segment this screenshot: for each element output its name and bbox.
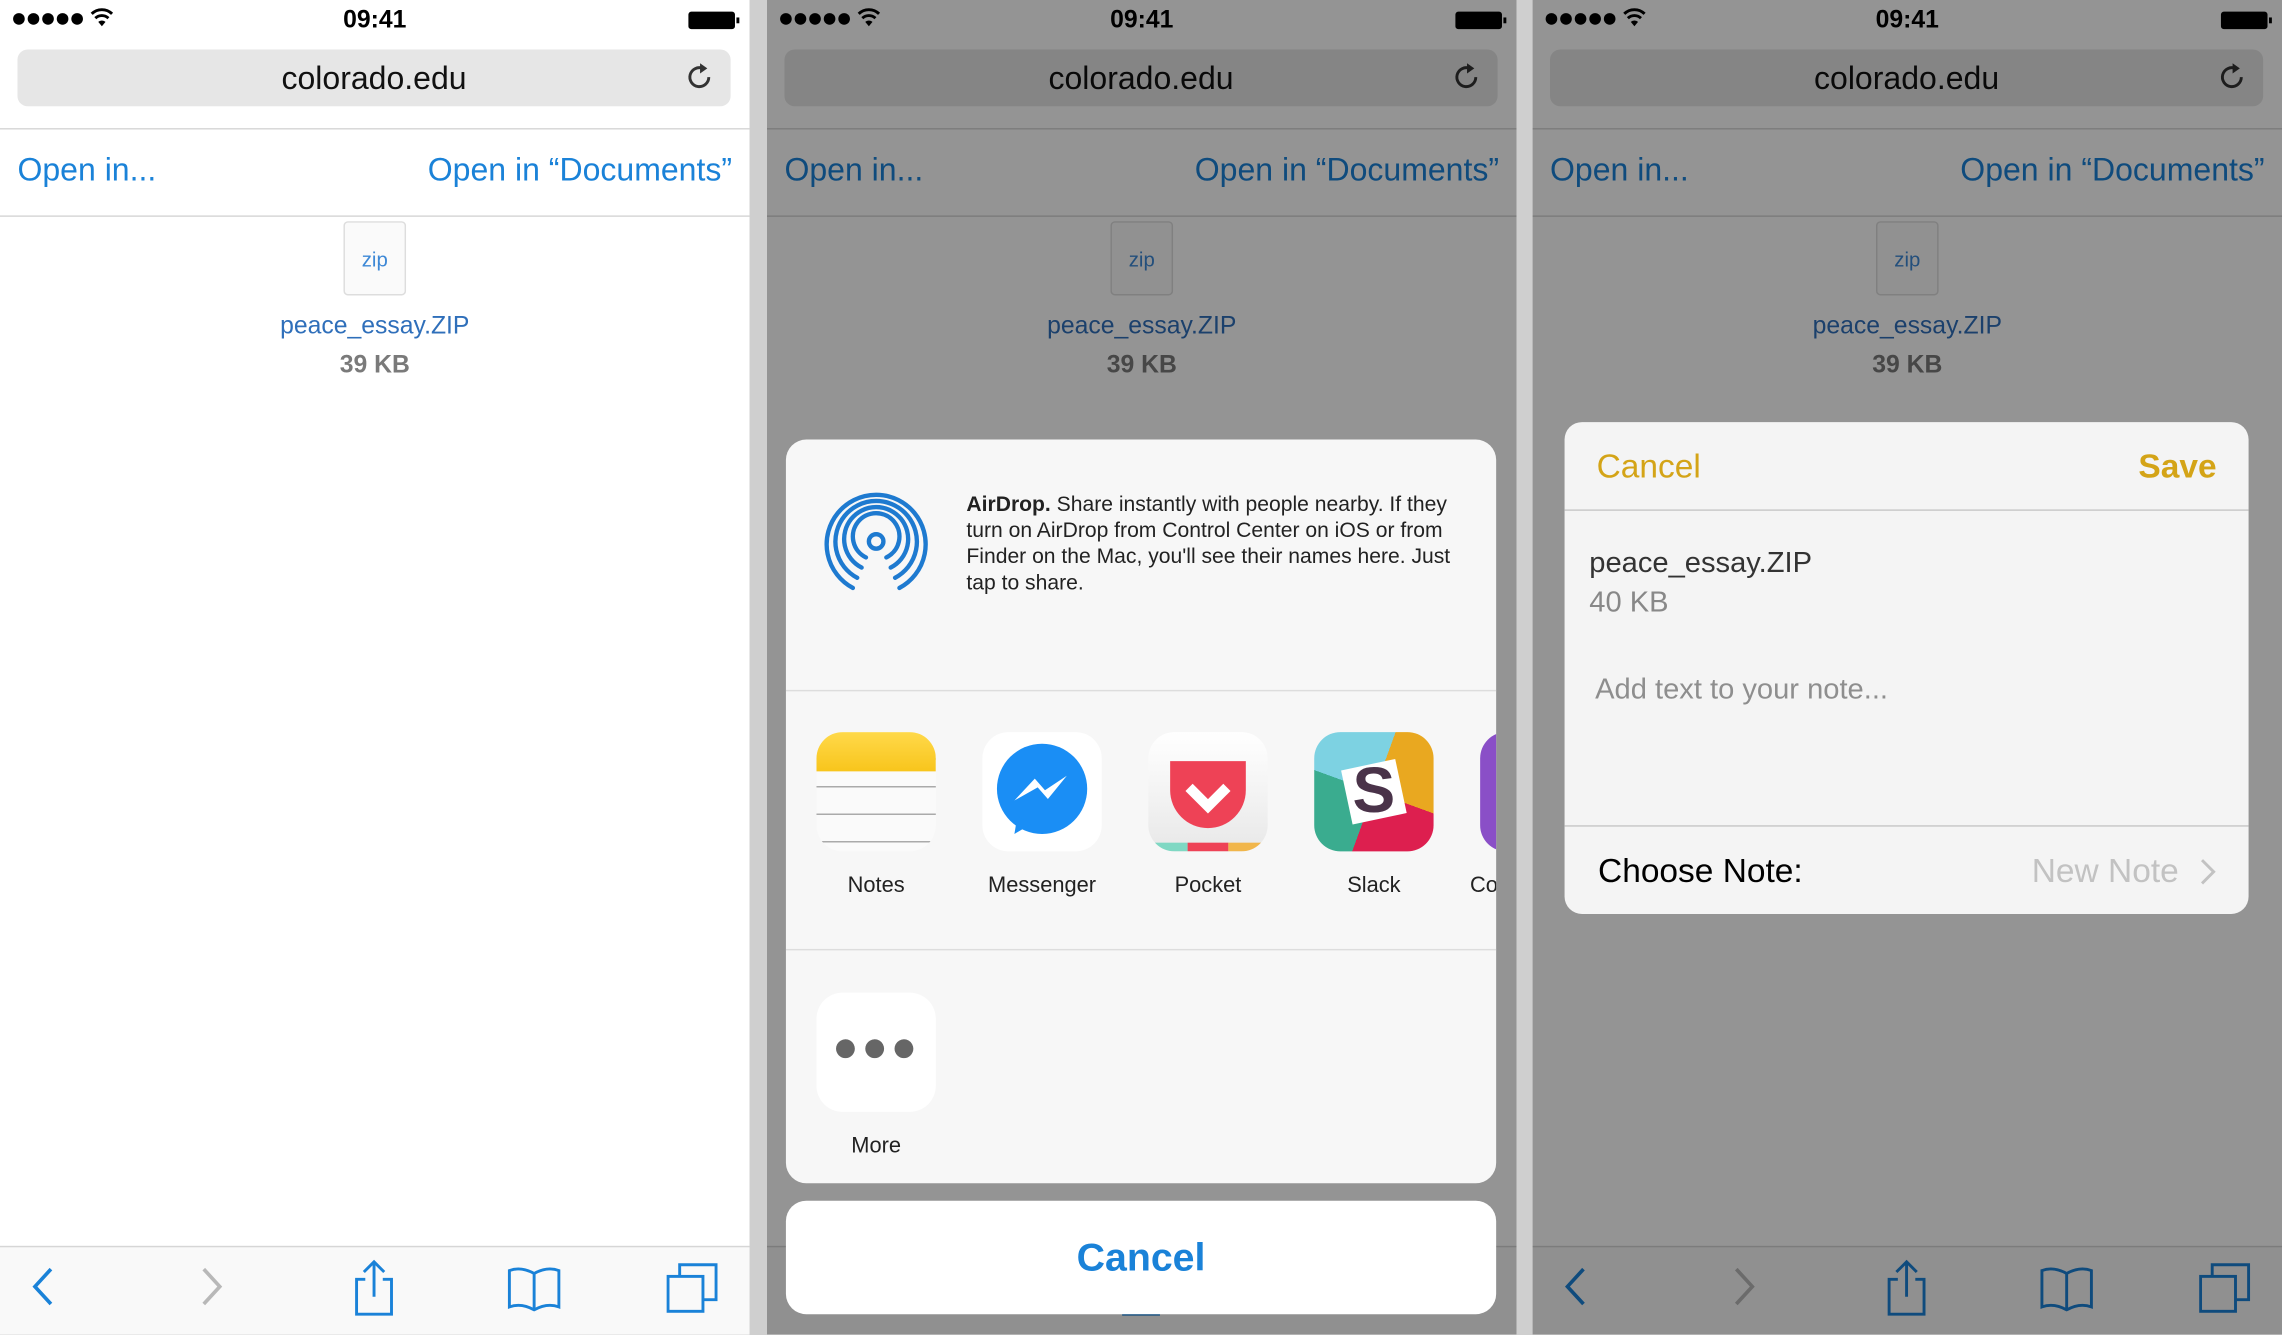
pocket-app-icon (1148, 732, 1268, 852)
zip-icon-label: zip (361, 247, 388, 271)
divider (0, 128, 750, 130)
share-sheet: AirDrop. Share instantly with people nea… (785, 439, 1497, 1184)
slack-app-icon: S (1314, 732, 1434, 852)
share-app-notes[interactable]: Notes (803, 732, 949, 898)
forward-icon[interactable] (196, 1265, 225, 1309)
divider (0, 215, 750, 217)
note-text-input[interactable]: Add text to your note... (1595, 674, 1888, 707)
reload-icon[interactable] (684, 61, 716, 93)
status-time: 09:41 (343, 5, 407, 34)
messenger-app-icon (982, 732, 1102, 852)
app-label: Messenger (988, 873, 1097, 898)
share-app-messenger[interactable]: Messenger (969, 732, 1115, 898)
file-size: 39 KB (339, 350, 410, 379)
choose-note-label: Choose Note: (1598, 851, 1803, 890)
choose-note-value: New Note (2031, 851, 2179, 890)
attachment-name: peace_essay.ZIP (1589, 547, 1813, 580)
panel-share-sheet: 09:41 colorado.edu Open in... Open in “D… (766, 0, 1517, 1335)
share-app-pocket[interactable]: Pocket (1135, 732, 1281, 898)
notes-app-icon (816, 732, 936, 852)
address-bar[interactable]: colorado.edu (17, 49, 731, 107)
partial-app-icon (1480, 732, 1497, 852)
share-apps-row: Notes Messenger Pocket S Slack Co (785, 689, 1497, 951)
file-name[interactable]: peace_essay.ZIP (0, 311, 750, 340)
tabs-icon[interactable] (666, 1262, 719, 1314)
share-app-partial[interactable]: Co (1467, 732, 1497, 898)
status-bar: 09:41 (0, 0, 750, 41)
back-icon[interactable] (29, 1265, 58, 1309)
battery-icon (688, 11, 740, 30)
chevron-right-icon (2200, 859, 2216, 885)
notes-cancel-button[interactable]: Cancel (1597, 447, 1701, 486)
panel-notes-dialog: 09:41 colorado.edu Open in... Open in “D… (1532, 0, 2282, 1335)
airdrop-description: AirDrop. Share instantly with people nea… (966, 492, 1468, 597)
attachment-size: 40 KB (1589, 586, 1669, 619)
share-icon[interactable] (352, 1259, 396, 1317)
app-label: Slack (1347, 873, 1401, 898)
share-app-slack[interactable]: S Slack (1301, 732, 1447, 898)
bookmarks-icon[interactable] (506, 1265, 561, 1312)
open-in-documents-link[interactable]: Open in “Documents” (428, 151, 732, 189)
notes-save-button[interactable]: Save (2138, 447, 2216, 486)
airdrop-title: AirDrop. (966, 493, 1051, 517)
panel-safari: 09:41 colorado.edu Open in... Open in “D… (0, 0, 750, 1335)
app-label: Pocket (1174, 873, 1242, 898)
bottom-toolbar (0, 1245, 750, 1335)
divider (1564, 509, 2249, 511)
notes-dialog: Cancel Save peace_essay.ZIP 40 KB Add te… (1564, 422, 2249, 914)
share-cancel-button[interactable]: Cancel (785, 1200, 1497, 1315)
app-label: More (851, 1133, 902, 1159)
share-more[interactable]: ●●● More (803, 992, 949, 1159)
choose-note-row[interactable]: Choose Note: New Note (1565, 827, 2249, 914)
open-in-link[interactable]: Open in... (17, 151, 156, 189)
url-text: colorado.edu (281, 59, 467, 97)
more-icon: ●●● (816, 992, 936, 1112)
zip-file-icon: zip (343, 221, 407, 296)
airdrop-icon (824, 492, 928, 591)
app-label: Co (1469, 873, 1497, 898)
app-label: Notes (847, 873, 905, 898)
